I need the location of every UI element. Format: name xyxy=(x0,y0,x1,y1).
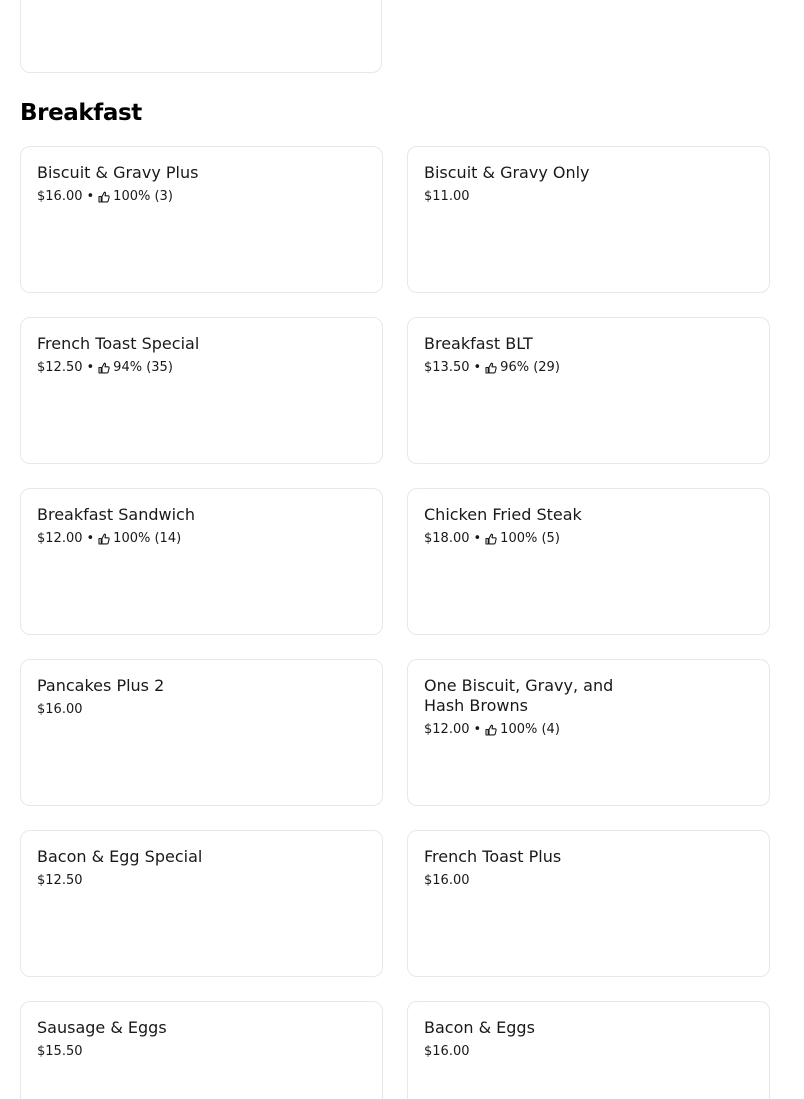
menu-item-name: Bacon & Eggs xyxy=(424,1018,535,1037)
section-title: Breakfast xyxy=(20,100,142,126)
menu-item-meta: $12.00 • 100% (4) xyxy=(424,721,753,739)
menu-item-name: One Biscuit, Gravy, and Hash Browns xyxy=(424,676,614,715)
menu-items-grid: Biscuit & Gravy Plus $16.00 • 100% (3) B… xyxy=(20,146,770,1099)
menu-item-meta: $13.50 • 96% (29) xyxy=(424,359,753,377)
menu-item-card[interactable]: French Toast Special $12.50 • 94% (35) xyxy=(20,317,383,464)
separator-dot: • xyxy=(86,189,95,204)
menu-item-rating: 100% (3) xyxy=(113,189,173,204)
menu-item-price: $16.00 xyxy=(424,1044,470,1059)
menu-item-price: $13.50 xyxy=(424,360,470,375)
menu-item-rating: 100% (4) xyxy=(500,722,560,737)
menu-item-card[interactable]: Bacon & Egg Special $12.50 xyxy=(20,830,383,977)
previous-section-item-card[interactable] xyxy=(20,0,382,73)
menu-item-meta: $16.00 xyxy=(424,1043,753,1061)
menu-item-card[interactable]: Sausage & Eggs $15.50 xyxy=(20,1001,383,1099)
menu-item-meta: $12.50 • 94% (35) xyxy=(37,359,366,377)
menu-item-card[interactable]: One Biscuit, Gravy, and Hash Browns $12.… xyxy=(407,659,770,806)
menu-item-meta: $16.00 • 100% (3) xyxy=(37,188,366,206)
menu-item-name: Pancakes Plus 2 xyxy=(37,676,165,695)
menu-item-meta: $16.00 xyxy=(424,872,753,890)
menu-item-name: Bacon & Egg Special xyxy=(37,847,203,866)
menu-item-name: Chicken Fried Steak xyxy=(424,505,582,524)
menu-item-name: Breakfast Sandwich xyxy=(37,505,195,524)
menu-item-price: $12.00 xyxy=(37,531,83,546)
menu-item-name: Biscuit & Gravy Plus xyxy=(37,163,199,182)
menu-item-name: Biscuit & Gravy Only xyxy=(424,163,590,182)
thumbs-up-icon xyxy=(485,362,497,374)
menu-item-meta: $15.50 xyxy=(37,1043,366,1061)
separator-dot: • xyxy=(86,360,95,375)
menu-item-price: $18.00 xyxy=(424,531,470,546)
menu-item-price: $12.50 xyxy=(37,360,83,375)
separator-dot: • xyxy=(473,531,482,546)
menu-item-card[interactable]: Breakfast BLT $13.50 • 96% (29) xyxy=(407,317,770,464)
separator-dot: • xyxy=(86,531,95,546)
menu-item-meta: $12.00 • 100% (14) xyxy=(37,530,366,548)
menu-item-card[interactable]: Biscuit & Gravy Only $11.00 xyxy=(407,146,770,293)
thumbs-up-icon xyxy=(485,533,497,545)
menu-item-card[interactable]: Biscuit & Gravy Plus $16.00 • 100% (3) xyxy=(20,146,383,293)
menu-item-card[interactable]: Chicken Fried Steak $18.00 • 100% (5) xyxy=(407,488,770,635)
menu-item-card[interactable]: Bacon & Eggs $16.00 xyxy=(407,1001,770,1099)
menu-page: Breakfast Biscuit & Gravy Plus $16.00 • … xyxy=(0,0,804,1099)
menu-item-meta: $12.50 xyxy=(37,872,366,890)
menu-item-meta: $16.00 xyxy=(37,701,366,719)
menu-item-price: $12.00 xyxy=(424,722,470,737)
menu-item-meta: $18.00 • 100% (5) xyxy=(424,530,753,548)
menu-item-name: French Toast Plus xyxy=(424,847,562,866)
menu-item-price: $16.00 xyxy=(37,189,83,204)
menu-item-card[interactable]: French Toast Plus $16.00 xyxy=(407,830,770,977)
menu-item-name: French Toast Special xyxy=(37,334,200,353)
menu-item-card[interactable]: Breakfast Sandwich $12.00 • 100% (14) xyxy=(20,488,383,635)
menu-item-rating: 100% (5) xyxy=(500,531,560,546)
menu-item-price: $11.00 xyxy=(424,189,470,204)
menu-item-card[interactable]: Pancakes Plus 2 $16.00 xyxy=(20,659,383,806)
menu-item-rating: 96% (29) xyxy=(500,360,560,375)
menu-item-meta: $11.00 xyxy=(424,188,753,206)
thumbs-up-icon xyxy=(485,724,497,736)
menu-item-price: $16.00 xyxy=(37,702,83,717)
menu-item-price: $12.50 xyxy=(37,873,83,888)
separator-dot: • xyxy=(473,360,482,375)
thumbs-up-icon xyxy=(98,533,110,545)
thumbs-up-icon xyxy=(98,362,110,374)
menu-item-price: $15.50 xyxy=(37,1044,83,1059)
menu-item-rating: 94% (35) xyxy=(113,360,173,375)
thumbs-up-icon xyxy=(98,191,110,203)
menu-item-name: Breakfast BLT xyxy=(424,334,533,353)
separator-dot: • xyxy=(473,722,482,737)
menu-item-price: $16.00 xyxy=(424,873,470,888)
menu-item-name: Sausage & Eggs xyxy=(37,1018,167,1037)
menu-item-rating: 100% (14) xyxy=(113,531,182,546)
